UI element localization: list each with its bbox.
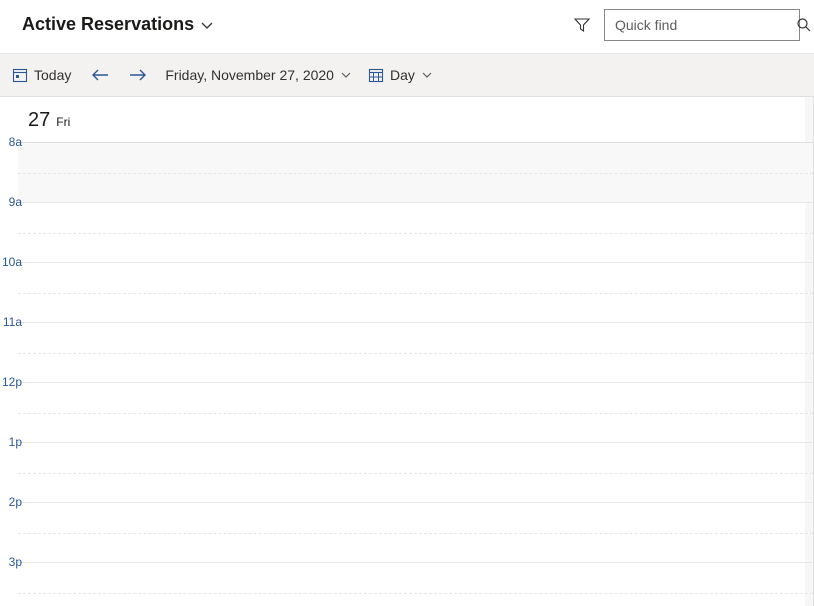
hour-row[interactable]: 10a <box>18 262 813 322</box>
day-name: Fri <box>56 115 70 129</box>
search-icon[interactable] <box>796 15 812 35</box>
hour-label: 11a <box>0 315 22 329</box>
hour-row[interactable]: 9a <box>18 202 813 262</box>
day-number: 27 <box>28 109 50 132</box>
hour-row[interactable]: 12p <box>18 382 813 442</box>
prev-button[interactable] <box>83 54 117 96</box>
chevron-down-icon <box>200 18 214 32</box>
date-picker[interactable]: Friday, November 27, 2020 <box>159 54 358 96</box>
quick-find-search[interactable] <box>604 9 800 41</box>
current-date-label: Friday, November 27, 2020 <box>165 67 334 83</box>
hour-label: 1p <box>0 435 22 449</box>
search-input[interactable] <box>615 17 796 33</box>
funnel-icon <box>574 17 590 33</box>
calendar-toolbar: Today Friday, November 27, 2020 Day <box>0 54 814 97</box>
calendar-today-icon <box>12 67 28 83</box>
time-grid[interactable]: 8a9a10a11a12p1p2p3p <box>18 142 813 606</box>
hour-label: 3p <box>0 555 22 569</box>
hour-label: 12p <box>0 375 22 389</box>
view-picker[interactable]: Day <box>362 54 439 96</box>
hour-row[interactable]: 3p <box>18 562 813 606</box>
today-label: Today <box>34 67 71 83</box>
hour-label: 9a <box>0 195 22 209</box>
half-hour-line <box>18 353 813 354</box>
filter-button[interactable] <box>566 9 598 41</box>
hour-row[interactable]: 2p <box>18 502 813 562</box>
half-hour-line <box>18 293 813 294</box>
hour-row[interactable]: 8a <box>18 142 813 202</box>
hour-row[interactable]: 11a <box>18 322 813 382</box>
today-button[interactable]: Today <box>4 54 79 96</box>
page-title: Active Reservations <box>22 14 194 35</box>
half-hour-line <box>18 413 813 414</box>
hour-label: 2p <box>0 495 22 509</box>
view-label: Day <box>390 67 415 83</box>
day-header: 27 Fri <box>0 97 813 142</box>
page-header: Active Reservations <box>0 0 814 54</box>
half-hour-line <box>18 593 813 594</box>
arrow-right-icon <box>129 68 147 82</box>
chevron-down-icon <box>421 69 433 81</box>
arrow-left-icon <box>91 68 109 82</box>
calendar-grid-icon <box>368 67 384 83</box>
hour-row[interactable]: 1p <box>18 442 813 502</box>
half-hour-line <box>18 233 813 234</box>
half-hour-line <box>18 533 813 534</box>
chevron-down-icon <box>340 69 352 81</box>
calendar-area: 27 Fri 8a9a10a11a12p1p2p3p <box>0 97 814 606</box>
half-hour-line <box>18 473 813 474</box>
next-button[interactable] <box>121 54 155 96</box>
hour-label: 8a <box>0 135 22 149</box>
view-selector[interactable]: Active Reservations <box>22 14 214 35</box>
hour-label: 10a <box>0 255 22 269</box>
half-hour-line <box>18 173 813 174</box>
